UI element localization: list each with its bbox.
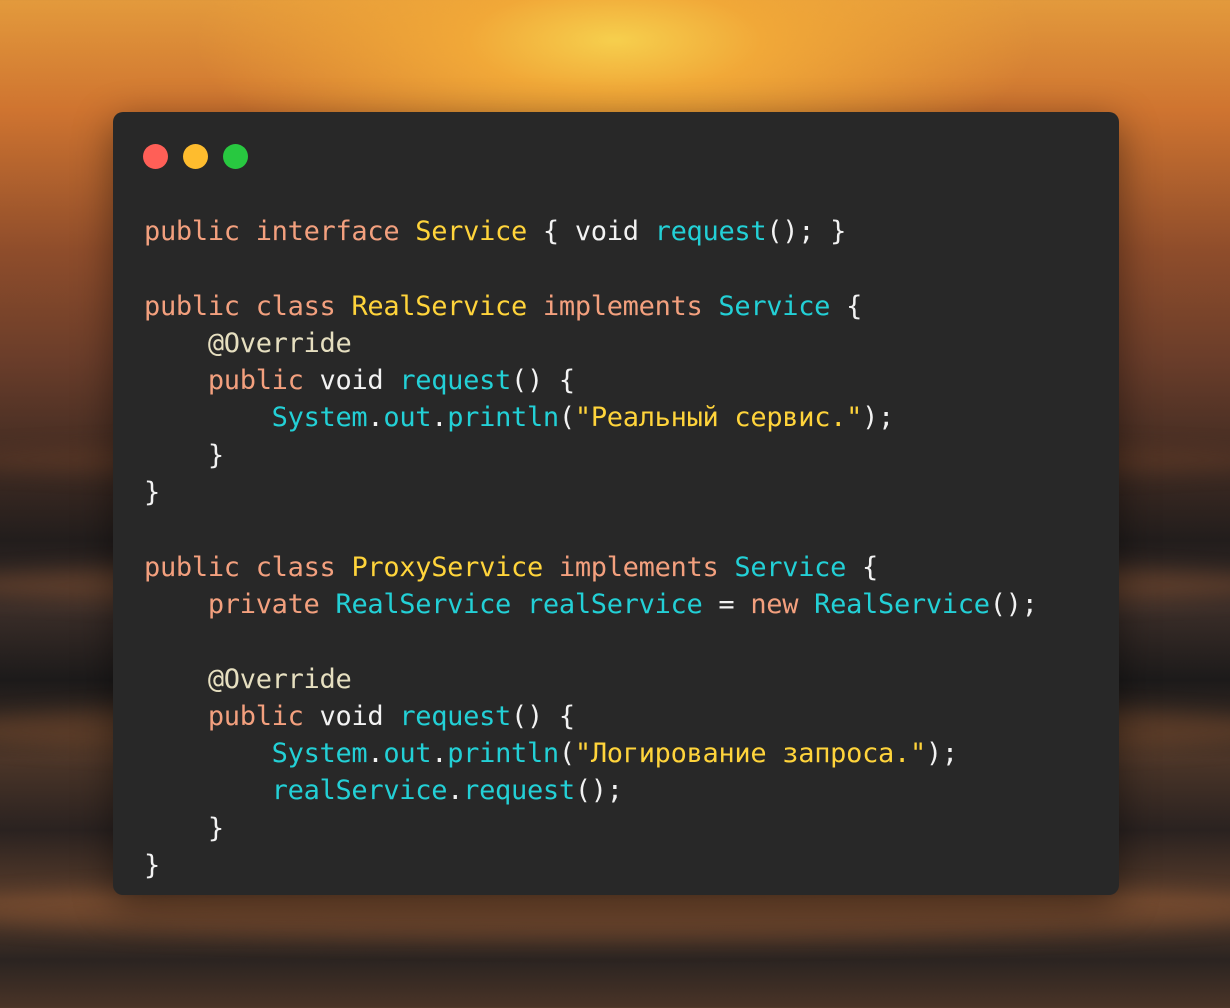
code-token: public [207,700,320,732]
code-token: request [463,775,575,807]
code-token: (); [574,775,623,807]
code-token: Service [718,290,831,322]
code-token: request [399,700,512,732]
code-line: public void request() { [144,698,1038,735]
code-token: class [255,290,352,322]
code-line: } [144,474,1038,511]
code-token: public [144,216,256,247]
code-token: (); [989,588,1038,620]
code-token: println [447,402,559,434]
code-token: void [319,365,400,397]
code-line: realService.request(); [144,772,1038,809]
code-token: "Логирование запроса." [574,738,926,770]
code-token: RealService [814,588,990,620]
code-token: interface [255,216,416,247]
code-token: ( [558,402,575,434]
code-token: ); [862,402,894,434]
code-token: public [144,551,256,583]
code-token: . [447,775,464,807]
code-line: public class ProxyService implements Ser… [144,549,1038,586]
code-token: public [144,290,256,322]
code-token: implements [558,551,735,583]
code-token: System [271,402,368,434]
code-token: request [399,365,512,397]
code-token: Service [734,551,847,583]
code-window: public interface Service { void request(… [113,112,1119,895]
code-token: ProxyService [351,551,559,583]
code-block: public interface Service { void request(… [144,213,1038,884]
code-token: ); [925,738,958,770]
window-controls [143,144,248,169]
code-line: @Override [144,325,1038,362]
code-token: . [367,738,384,770]
code-line: public class RealService implements Serv… [144,288,1038,325]
code-token: realService [526,588,703,620]
code-token: Service [415,216,527,247]
code-line: } [144,437,1038,474]
code-token: request [654,216,767,247]
code-token: out [383,402,432,434]
code-token: { void [526,216,655,247]
code-token: (); } [766,216,847,247]
code-token: class [255,551,352,583]
code-token: println [447,738,559,770]
code-token: System [271,738,368,770]
code-line: public void request() { [144,362,1038,399]
code-line: System.out.println("Реальный сервис."); [144,399,1038,436]
code-token: void [319,700,400,732]
code-line: private RealService realService = new Re… [144,586,1038,623]
code-token: realService [271,775,448,807]
zoom-button[interactable] [223,144,248,169]
code-line: } [144,847,1038,884]
code-line: @Override [144,661,1038,698]
close-button[interactable] [143,144,168,169]
code-token: . [431,402,448,434]
code-token: . [431,738,448,770]
code-token: implements [542,290,719,322]
code-token: } [144,439,224,471]
code-token: private [207,588,336,620]
code-token: { [830,290,863,322]
code-token: public [207,365,320,397]
code-token: "Реальный сервис." [574,402,863,434]
code-token: @Override [207,327,352,359]
code-token: } [144,812,224,844]
code-token: } [144,477,160,509]
code-token: } [144,850,160,882]
code-token: @Override [207,663,352,695]
code-token: { [846,551,878,583]
code-token: out [383,738,432,770]
code-line: public interface Service { void request(… [144,213,1038,250]
code-token: . [367,402,384,434]
code-line: } [144,810,1038,847]
code-token: ( [558,738,575,770]
code-token: RealService [351,290,543,322]
code-token: () { [511,700,575,732]
code-token: () { [511,365,575,397]
code-line: System.out.println("Логирование запроса.… [144,735,1038,772]
code-token: RealService [335,588,527,620]
code-token: = [702,588,751,620]
code-token: new [750,588,815,620]
minimize-button[interactable] [183,144,208,169]
